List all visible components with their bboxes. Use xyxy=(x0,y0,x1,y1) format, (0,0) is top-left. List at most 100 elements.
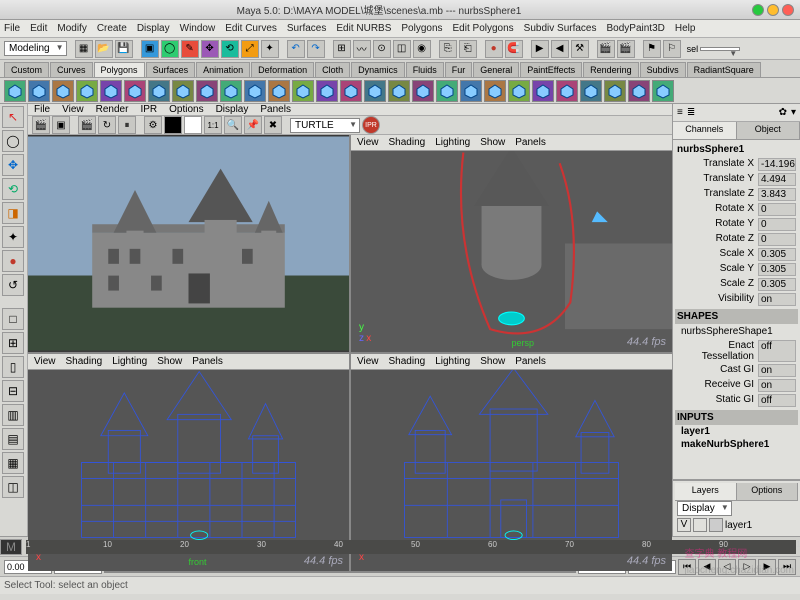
manip-tool-icon[interactable]: ✦ xyxy=(2,226,24,248)
shelf-tab-polygons[interactable]: Polygons xyxy=(94,62,145,77)
shelf-poly-17[interactable] xyxy=(412,80,434,102)
sel-dropdown[interactable] xyxy=(700,47,740,51)
snap-live-icon[interactable]: ◉ xyxy=(413,40,431,58)
channel-menu-icon[interactable]: ▾ xyxy=(791,107,796,118)
shelf-poly-21[interactable] xyxy=(508,80,530,102)
render-region-icon[interactable]: ▣ xyxy=(52,116,70,134)
shelf-poly-14[interactable] xyxy=(340,80,362,102)
vp-panels[interactable]: Panels xyxy=(515,356,546,367)
snap-curve-icon[interactable]: 〰 xyxy=(353,40,371,58)
object-name[interactable]: nurbsSphere1 xyxy=(675,142,798,157)
shelf-tab-dynamics[interactable]: Dynamics xyxy=(351,62,405,77)
menu-display[interactable]: Display xyxy=(137,23,170,34)
shape-name[interactable]: nurbsSphereShape1 xyxy=(675,324,798,339)
menu-file[interactable]: File xyxy=(4,23,20,34)
maximize-button[interactable] xyxy=(767,4,779,16)
shelf-poly-26[interactable] xyxy=(628,80,650,102)
shelf-tab-general[interactable]: General xyxy=(473,62,519,77)
input-node[interactable]: layer1 xyxy=(675,425,798,438)
vp-shading[interactable]: Shading xyxy=(389,137,426,148)
vp-view[interactable]: View xyxy=(357,356,379,367)
ipr-pause-icon[interactable]: ⏸ xyxy=(118,116,136,134)
render-view[interactable] xyxy=(28,135,349,352)
graph-layout-icon[interactable]: ◫ xyxy=(2,476,24,498)
vp-lighting[interactable]: Lighting xyxy=(112,356,147,367)
scale-icon[interactable]: ⤢ xyxy=(241,40,259,58)
rpanel-ipr[interactable]: IPR xyxy=(140,104,157,115)
construction-icon[interactable]: ⚒ xyxy=(571,40,589,58)
shelf-poly-6[interactable] xyxy=(148,80,170,102)
menu-subdiv-surfaces[interactable]: Subdiv Surfaces xyxy=(524,23,597,34)
persp-layout-icon[interactable]: ▤ xyxy=(2,428,24,450)
shelf-poly-18[interactable] xyxy=(436,80,458,102)
snap-point-icon[interactable]: ⊙ xyxy=(373,40,391,58)
scale-11-icon[interactable]: 1:1 xyxy=(204,116,222,134)
shelf-poly-7[interactable] xyxy=(172,80,194,102)
channel-icon2[interactable]: ≣ xyxy=(687,107,695,118)
clapper-icon[interactable]: 🎬 xyxy=(597,40,615,58)
zoom-icon[interactable]: 🔍 xyxy=(224,116,242,134)
shelf-poly-16[interactable] xyxy=(388,80,410,102)
shelf-poly-8[interactable] xyxy=(196,80,218,102)
attr-value[interactable]: on xyxy=(758,293,796,306)
menu-window[interactable]: Window xyxy=(180,23,216,34)
vp-view[interactable]: View xyxy=(357,137,379,148)
shape-attr-value[interactable]: on xyxy=(758,379,796,392)
vp-lighting[interactable]: Lighting xyxy=(435,356,470,367)
menu-modify[interactable]: Modify xyxy=(57,23,86,34)
attr-value[interactable]: 0 xyxy=(758,218,796,231)
layer-color-swatch[interactable] xyxy=(709,518,723,532)
command-line[interactable]: Select Tool: select an object xyxy=(0,576,800,594)
shape-attr-value[interactable]: off xyxy=(758,394,796,407)
renderer-dropdown[interactable]: TURTLE xyxy=(290,118,360,133)
two-stack-icon[interactable]: ⊟ xyxy=(2,380,24,402)
attr-value[interactable]: -14.196 xyxy=(758,158,796,171)
vp-show[interactable]: Show xyxy=(480,356,505,367)
shelf-poly-3[interactable] xyxy=(76,80,98,102)
rpanel-view[interactable]: View xyxy=(62,104,84,115)
vp-panels[interactable]: Panels xyxy=(515,137,546,148)
rpanel-panels[interactable]: Panels xyxy=(260,104,291,115)
select-icon[interactable]: ▣ xyxy=(141,40,159,58)
time-slider[interactable]: M 1102030405060708090100 xyxy=(0,536,800,556)
menu-help[interactable]: Help xyxy=(675,23,696,34)
input-node[interactable]: makeNurbSphere1 xyxy=(675,438,798,451)
shelf-tab-fluids[interactable]: Fluids xyxy=(406,62,444,77)
rotate-icon[interactable]: ⟲ xyxy=(221,40,239,58)
shelf-poly-11[interactable] xyxy=(268,80,290,102)
minimize-button[interactable] xyxy=(752,4,764,16)
manip-icon[interactable]: ✦ xyxy=(261,40,279,58)
close-button[interactable] xyxy=(782,4,794,16)
attr-value[interactable]: 0.305 xyxy=(758,263,796,276)
mode-dropdown[interactable]: Modeling xyxy=(4,41,67,56)
vp-lighting[interactable]: Lighting xyxy=(435,137,470,148)
lasso-icon[interactable]: ◯ xyxy=(161,40,179,58)
keep-icon[interactable]: 📌 xyxy=(244,116,262,134)
shelf-poly-12[interactable] xyxy=(292,80,314,102)
tab-channels[interactable]: Channels xyxy=(673,122,737,139)
move-tool-icon[interactable]: ✥ xyxy=(2,154,24,176)
flag-icon[interactable]: ⚑ xyxy=(643,40,661,58)
shelf-tab-radiantsquare[interactable]: RadiantSquare xyxy=(687,62,761,77)
shelf-poly-15[interactable] xyxy=(364,80,386,102)
shelf-poly-0[interactable] xyxy=(4,80,26,102)
shelf-poly-24[interactable] xyxy=(580,80,602,102)
history-icon[interactable]: ⎘ xyxy=(439,40,457,58)
shelf-tab-fur[interactable]: Fur xyxy=(445,62,473,77)
side-viewport[interactable]: ViewShadingLightingShowPanels yx 44.4 fp… xyxy=(351,354,672,571)
shelf-tab-custom[interactable]: Custom xyxy=(4,62,49,77)
vp-panels[interactable]: Panels xyxy=(192,356,223,367)
vp-show[interactable]: Show xyxy=(157,356,182,367)
shelf-tab-animation[interactable]: Animation xyxy=(196,62,250,77)
shelf-poly-27[interactable] xyxy=(652,80,674,102)
shelf-tab-painteffects[interactable]: PaintEffects xyxy=(520,62,582,77)
lasso-tool-icon[interactable]: ◯ xyxy=(2,130,24,152)
menu-bodypaint3d[interactable]: BodyPaint3D xyxy=(607,23,665,34)
shelf-poly-23[interactable] xyxy=(556,80,578,102)
attr-value[interactable]: 4.494 xyxy=(758,173,796,186)
menu-edit-curves[interactable]: Edit Curves xyxy=(225,23,277,34)
vp-shading[interactable]: Shading xyxy=(66,356,103,367)
shelf-tab-cloth[interactable]: Cloth xyxy=(315,62,350,77)
attr-value[interactable]: 0 xyxy=(758,233,796,246)
clapper2-icon[interactable]: 🎬 xyxy=(617,40,635,58)
